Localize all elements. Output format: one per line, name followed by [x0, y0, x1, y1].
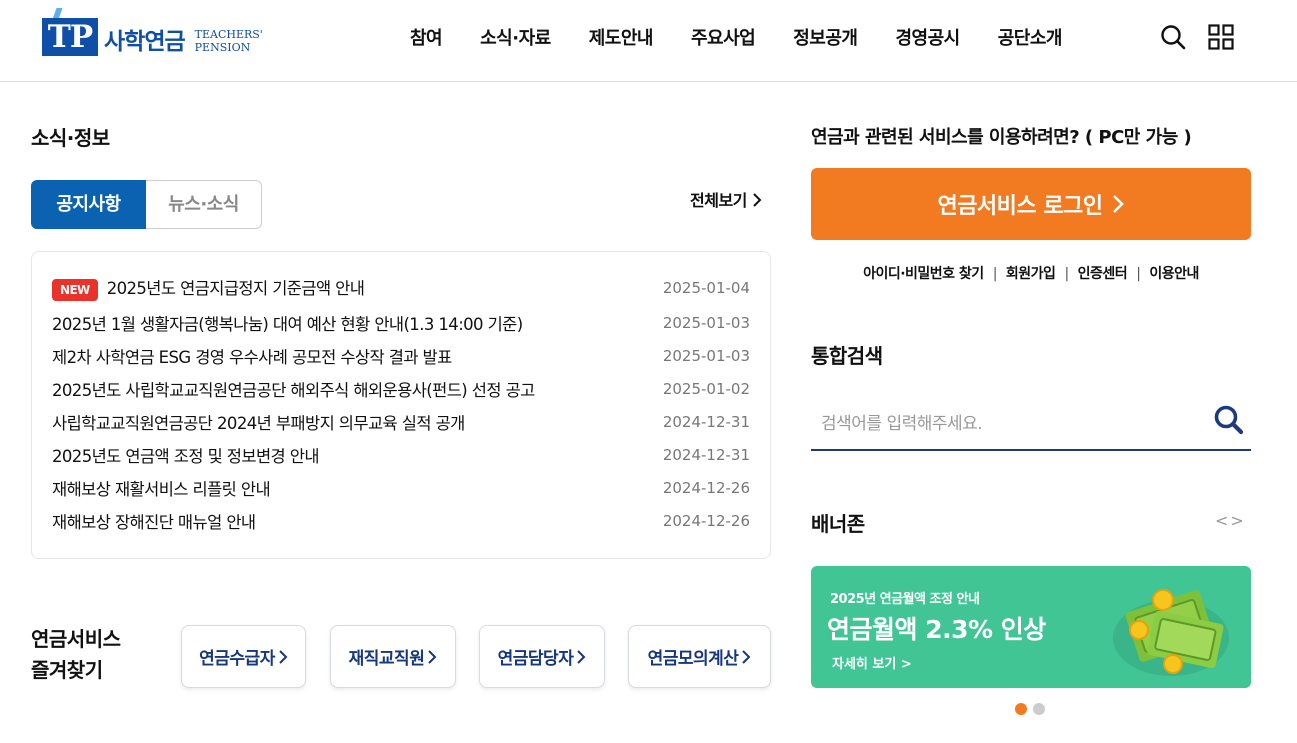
main-nav: 참여 소식·자료 제도안내 주요사업 정보공개 경영공시 공단소개 [410, 24, 1100, 50]
banner-headline: 연금월액 2.3% 인상 [827, 615, 1046, 644]
nav-item-participation[interactable]: 참여 [410, 24, 443, 50]
favorites-title-line-2: 즐겨찾기 [31, 658, 103, 682]
nav-item-about[interactable]: 공단소개 [998, 24, 1063, 50]
nav-item-main-business[interactable]: 주요사업 [691, 24, 756, 50]
banner-nav: <> [1215, 511, 1246, 530]
notice-title: 재해보상 재활서비스 리플릿 안내 [52, 479, 271, 499]
favorites-title-line-1: 연금서비스 [31, 627, 121, 651]
fav-pension-simulation-button[interactable]: 연금모의계산 [628, 625, 771, 688]
nav-item-system-guide[interactable]: 제도안내 [589, 24, 654, 50]
logo-korean-text: 사학연금 [104, 29, 186, 55]
find-id-password-link[interactable]: 아이디·비밀번호 찾기 [863, 266, 984, 282]
search-section-title: 통합검색 [811, 344, 883, 368]
tab-news[interactable]: 뉴스·소식 [146, 180, 262, 229]
banner-next-button[interactable]: > [1230, 511, 1245, 530]
search-box [811, 395, 1251, 451]
new-badge: NEW [52, 278, 98, 301]
logo-english-text: TEACHERS' PENSION [195, 28, 263, 54]
nav-item-management-disclosure[interactable]: 경영공시 [895, 24, 960, 50]
list-item[interactable]: 사립학교교직원연금공단 2024년 부패방지 의무교육 실적 공개 2024-1… [52, 405, 750, 438]
notice-title: 2025년도 연금액 조정 및 정보변경 안내 [52, 446, 320, 466]
search-input[interactable] [821, 409, 1201, 439]
view-all-label: 전체보기 [690, 191, 747, 210]
logo-english-line-2: PENSION [194, 41, 251, 54]
news-tabs: 공지사항 뉴스·소식 [31, 180, 262, 229]
chevron-right-icon [577, 649, 586, 664]
certificate-center-link[interactable]: 인증센터 [1078, 266, 1128, 282]
notice-title: 2025년도 연금지급정지 기준금액 안내 [106, 278, 365, 298]
chevron-right-icon [279, 649, 288, 664]
notice-date: 2025-01-04 [662, 278, 750, 297]
chevron-right-icon [1112, 195, 1124, 213]
view-all-link[interactable]: 전체보기 [690, 187, 762, 211]
notice-title: 제2차 사학연금 ESG 경영 우수사례 공모전 수상작 결과 발표 [52, 347, 452, 367]
service-guide-text: 연금과 관련된 서비스를 이용하려면? ( PC만 가능 ) [811, 127, 1192, 148]
banner-subtitle: 2025년 연금월액 조정 안내 [830, 592, 980, 607]
banner-zone-title: 배너존 [811, 512, 865, 536]
nav-item-news-data[interactable]: 소식·자료 [480, 24, 551, 50]
notice-title: 사립학교교직원연금공단 2024년 부패방지 의무교육 실적 공개 [52, 413, 465, 433]
fav-pension-recipient-button[interactable]: 연금수급자 [181, 625, 306, 688]
notice-date: 2024-12-31 [662, 445, 750, 464]
banner-more-link[interactable]: 자세히 보기 > [832, 653, 912, 672]
news-section-title: 소식·정보 [31, 126, 110, 150]
site-logo[interactable]: TP 사학연금 TEACHERS' PENSION [42, 7, 263, 57]
chevron-right-icon [742, 649, 751, 664]
search-icon[interactable] [1160, 24, 1186, 50]
notice-date: 2025-01-02 [662, 379, 750, 398]
notice-list: NEW 2025년도 연금지급정지 기준금액 안내 2025-01-04 2025… [31, 251, 771, 559]
notice-date: 2024-12-31 [662, 412, 750, 431]
nav-item-info-disclosure[interactable]: 정보공개 [793, 24, 858, 50]
list-item[interactable]: 2025년 1월 생활자금(행복나눔) 대여 예산 현황 안내(1.3 14:0… [52, 306, 750, 339]
pension-service-login-button[interactable]: 연금서비스 로그인 [811, 168, 1251, 240]
notice-date: 2025-01-03 [662, 346, 750, 365]
banner-pagination [1015, 703, 1051, 715]
money-coins-icon [1113, 589, 1229, 676]
search-icon[interactable] [1213, 404, 1245, 436]
list-item[interactable]: NEW 2025년도 연금지급정지 기준금액 안내 2025-01-04 [52, 271, 750, 304]
fav-pension-manager-button[interactable]: 연금담당자 [479, 625, 605, 688]
sign-up-link[interactable]: 회원가입 [1006, 266, 1056, 282]
notice-title: 2025년도 사립학교교직원연금공단 해외주식 해외운용사(펀드) 선정 공고 [52, 380, 535, 400]
banner-dot-1[interactable] [1015, 703, 1027, 715]
usage-guide-link[interactable]: 이용안내 [1149, 266, 1199, 282]
notice-date: 2024-12-26 [662, 478, 750, 497]
list-item[interactable]: 2025년도 연금액 조정 및 정보변경 안내 2024-12-31 [52, 438, 750, 471]
notice-title: 재해보상 장해진단 매뉴얼 안내 [52, 512, 256, 532]
fav-active-staff-button[interactable]: 재직교직원 [330, 625, 456, 688]
logo-mark: TP [42, 8, 98, 56]
tab-notices[interactable]: 공지사항 [31, 180, 146, 229]
list-item[interactable]: 2025년도 사립학교교직원연금공단 해외주식 해외운용사(펀드) 선정 공고 … [52, 372, 750, 405]
site-header: TP 사학연금 TEACHERS' PENSION 참여 소식·자료 제도안내 … [0, 0, 1297, 82]
notice-date: 2024-12-26 [662, 511, 750, 530]
notice-title: 2025년 1월 생활자금(행복나눔) 대여 예산 현황 안내(1.3 14:0… [52, 314, 523, 334]
all-menu-grid-icon[interactable] [1208, 24, 1234, 50]
banner-prev-button[interactable]: < [1215, 511, 1230, 530]
logo-mark-text: TP [42, 18, 98, 56]
login-button-label: 연금서비스 로그인 [937, 194, 1103, 219]
notice-date: 2025-01-03 [662, 313, 750, 332]
list-item[interactable]: 재해보상 장해진단 매뉴얼 안내 2024-12-26 [52, 504, 750, 537]
logo-english-line-1: TEACHERS' [194, 28, 263, 41]
favorites-title: 연금서비스 즐겨찾기 [31, 624, 121, 686]
chevron-right-icon [428, 649, 437, 664]
list-item[interactable]: 재해보상 재활서비스 리플릿 안내 2024-12-26 [52, 471, 750, 504]
list-item[interactable]: 제2차 사학연금 ESG 경영 우수사례 공모전 수상작 결과 발표 2025-… [52, 339, 750, 372]
account-links: 아이디·비밀번호 찾기 | 회원가입 | 인증센터 | 이용안내 [863, 266, 1199, 282]
banner-slide[interactable]: 2025년 연금월액 조정 안내 연금월액 2.3% 인상 자세히 보기 > [811, 566, 1251, 688]
banner-dot-2[interactable] [1033, 703, 1045, 715]
chevron-right-icon [753, 193, 762, 207]
